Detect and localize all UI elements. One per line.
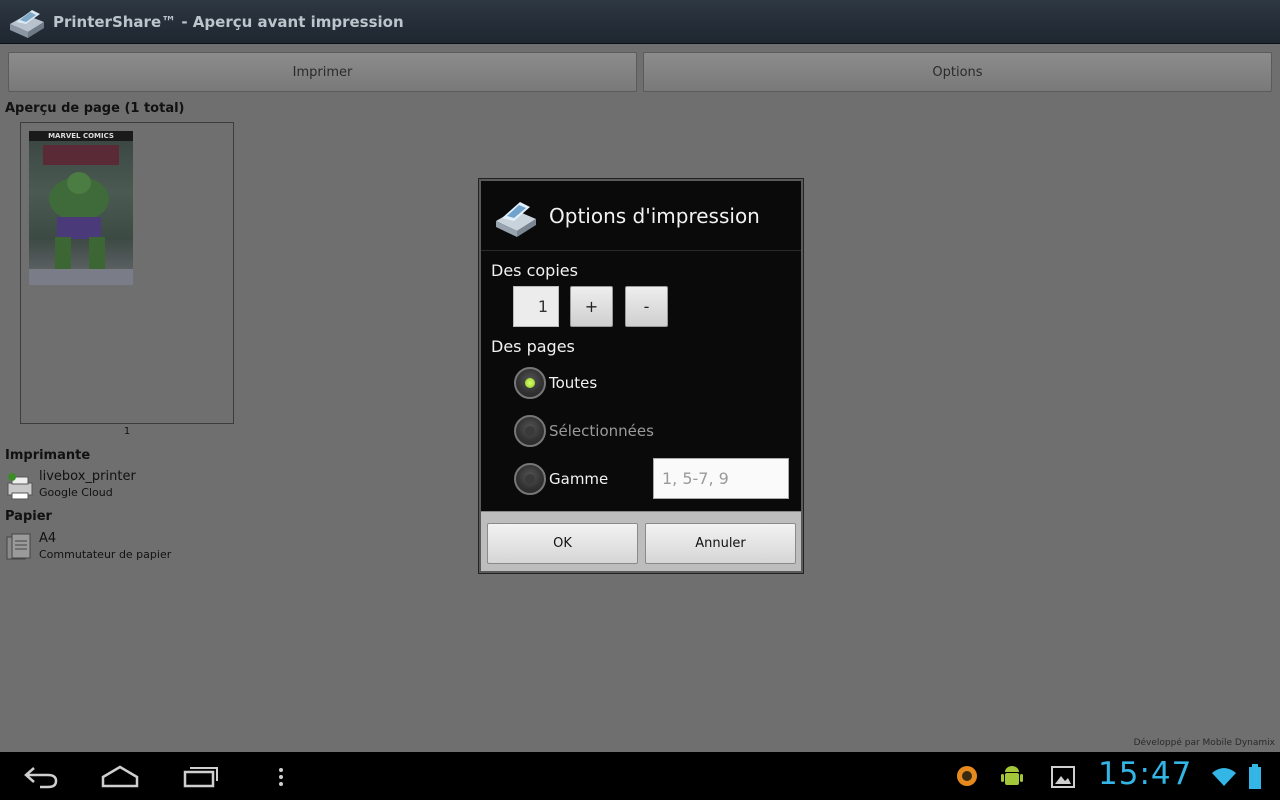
cancel-button[interactable]: Annuler: [645, 523, 796, 564]
back-icon[interactable]: [22, 760, 60, 792]
battery-icon: [1249, 764, 1261, 789]
printer-icon: [7, 473, 33, 500]
paper-subtitle: Commutateur de papier: [39, 548, 172, 561]
comic-cover-image: [29, 145, 133, 285]
clock: 15:47: [1098, 756, 1193, 792]
title-bar: PrinterShare™ - Aperçu avant impression: [0, 0, 1280, 44]
ok-button[interactable]: OK: [487, 523, 638, 564]
increment-copies-button[interactable]: +: [570, 286, 613, 327]
options-button[interactable]: Options: [643, 52, 1272, 92]
radio-all-pages[interactable]: Toutes: [514, 367, 597, 399]
page-preview-frame[interactable]: MARVEL COMICS: [20, 122, 234, 424]
copies-input[interactable]: 1: [513, 286, 559, 327]
radio-button[interactable]: [514, 463, 546, 495]
home-icon[interactable]: [100, 760, 140, 792]
app-title: PrinterShare™ - Aperçu avant impression: [53, 12, 404, 31]
radio-label-selected: Sélectionnées: [549, 422, 654, 440]
page-thumbnail[interactable]: MARVEL COMICS: [29, 131, 133, 285]
recent-apps-icon[interactable]: [181, 760, 221, 792]
radio-range-pages[interactable]: Gamme: [514, 463, 608, 495]
printer-name: livebox_printer: [39, 469, 136, 484]
page-range-input[interactable]: 1, 5-7, 9: [653, 458, 789, 499]
system-navigation-bar: 15:47: [0, 752, 1280, 800]
printer-type: Google Cloud: [39, 486, 113, 499]
radio-selected-pages[interactable]: Sélectionnées: [514, 415, 654, 447]
print-options-dialog: Options d'impression Des copies 1 + - De…: [479, 179, 803, 573]
printer-app-icon: [10, 9, 44, 38]
radio-button-checked[interactable]: [514, 367, 546, 399]
radio-label-all: Toutes: [549, 374, 598, 392]
printer-heading: Imprimante: [5, 448, 91, 463]
paper-size: A4: [39, 531, 57, 546]
orange-app-icon[interactable]: [956, 765, 978, 787]
page-preview-heading: Aperçu de page (1 total): [5, 101, 185, 116]
android-icon[interactable]: [1000, 764, 1024, 790]
radio-button[interactable]: [514, 415, 546, 447]
menu-icon[interactable]: [276, 760, 286, 792]
paper-item[interactable]: A4 Commutateur de papier: [5, 531, 171, 563]
printer-item[interactable]: livebox_printer Google Cloud: [5, 469, 136, 501]
paper-icon: [6, 533, 31, 560]
copies-label: Des copies: [491, 261, 578, 280]
print-button[interactable]: Imprimer: [8, 52, 637, 92]
dialog-footer: OK Annuler: [481, 511, 801, 571]
gallery-icon[interactable]: [1051, 766, 1075, 788]
printer-app-icon: [496, 201, 536, 237]
wifi-icon: [1212, 768, 1236, 786]
dialog-title: Options d'impression: [549, 203, 760, 228]
radio-label-range: Gamme: [549, 470, 609, 488]
developer-credit: Développé par Mobile Dynamix: [1133, 738, 1275, 748]
page-number: 1: [123, 426, 131, 437]
decrement-copies-button[interactable]: -: [625, 286, 668, 327]
paper-heading: Papier: [5, 509, 52, 524]
dialog-header: Options d'impression: [481, 181, 801, 251]
pages-label: Des pages: [491, 337, 575, 356]
